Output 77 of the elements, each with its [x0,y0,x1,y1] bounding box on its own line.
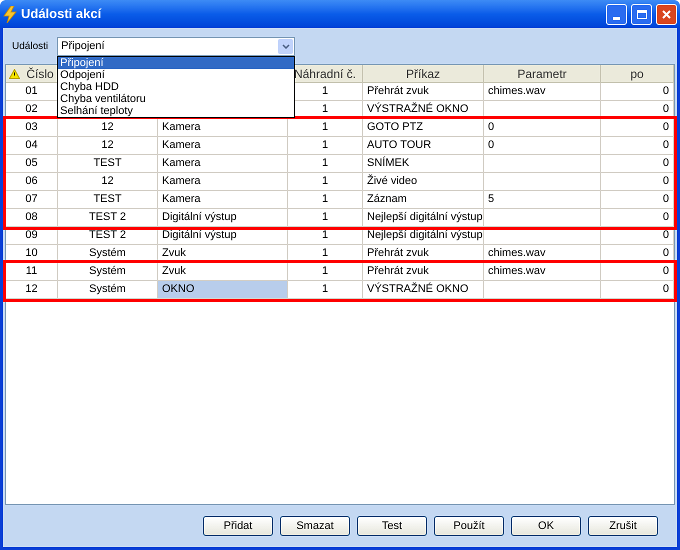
table-cell: 0 [601,209,674,227]
table-cell: 12 [58,173,158,191]
table-cell: Kamera [158,191,288,209]
table-cell: 0 [601,191,674,209]
table-cell: 12 [6,281,58,299]
dialog-button[interactable]: OK [511,516,581,536]
close-button[interactable] [656,4,677,24]
table-cell: 08 [6,209,58,227]
table-cell: 05 [6,155,58,173]
column-header: po [601,65,674,83]
table-cell: Zvuk [158,263,288,281]
table-cell: 12 [58,119,158,137]
table-cell: chimes.wav [484,83,601,101]
table-cell: 1 [288,173,363,191]
table-cell: AUTO TOUR [363,137,484,155]
table-cell: 1 [288,209,363,227]
table-cell: 0 [484,119,601,137]
table-cell: 0 [601,83,674,101]
table-cell: Živé video [363,173,484,191]
dialog-button[interactable]: Použít [434,516,504,536]
table-cell: Záznam [363,191,484,209]
table-cell: 1 [288,155,363,173]
dialog-button[interactable]: Zrušit [588,516,658,536]
table-cell: Kamera [158,155,288,173]
table-cell: 07 [6,191,58,209]
table-cell: chimes.wav [484,263,601,281]
table-cell: 0 [601,119,674,137]
dialog-button[interactable]: Přidat [203,516,273,536]
warning-icon [9,68,20,78]
window-title: Události akcí [21,5,102,24]
table-cell: 0 [601,281,674,299]
lightning-icon [3,6,17,22]
table-cell: GOTO PTZ [363,119,484,137]
table-cell: OKNO [158,281,288,299]
table-cell: Přehrát zvuk [363,263,484,281]
table-cell: Systém [58,281,158,299]
table-cell: 12 [58,137,158,155]
table-cell: VÝSTRAŽNÉ OKNO [363,281,484,299]
maximize-button[interactable] [631,4,652,24]
table-cell: 1 [288,119,363,137]
column-header: Příkaz [363,65,484,83]
table-cell: 11 [6,263,58,281]
table-cell: 1 [288,191,363,209]
table-cell: 0 [601,173,674,191]
table-cell: 06 [6,173,58,191]
table-cell: TEST [58,155,158,173]
table-cell: 5 [484,191,601,209]
table-cell: 1 [288,263,363,281]
table-cell: 03 [6,119,58,137]
table-cell: Systém [58,263,158,281]
table-cell: 1 [288,281,363,299]
minimize-button[interactable] [606,4,627,24]
column-header: Parametr [484,65,601,83]
close-icon [662,10,671,18]
events-label: Události [12,40,48,54]
table-cell: TEST [58,191,158,209]
table-cell: 0 [484,137,601,155]
caret-icon [278,38,294,54]
table-cell: 0 [601,137,674,155]
table-cell: 0 [601,155,674,173]
dialog-button[interactable]: Smazat [280,516,350,536]
table-cell: 04 [6,137,58,155]
table-cell: Kamera [158,173,288,191]
table-cell: TEST 2 [58,209,158,227]
table-cell: 1 [288,137,363,155]
events-dropdown[interactable]: Připojení [57,36,296,56]
table-cell: Kamera [158,137,288,155]
dropdown-option[interactable]: Připojení [58,56,294,68]
table-cell: 0 [601,263,674,281]
dialog-button[interactable]: Test [357,516,427,536]
column-header: Číslo [6,65,58,83]
table-cell: SNÍMEK [363,155,484,173]
table-cell: Přehrát zvuk [363,83,484,101]
table-cell: Kamera [158,119,288,137]
table-cell: Digitální výstup [158,209,288,227]
table-cell: 01 [6,83,58,101]
table-cell: Nejlepší digitální výstup [363,209,484,227]
